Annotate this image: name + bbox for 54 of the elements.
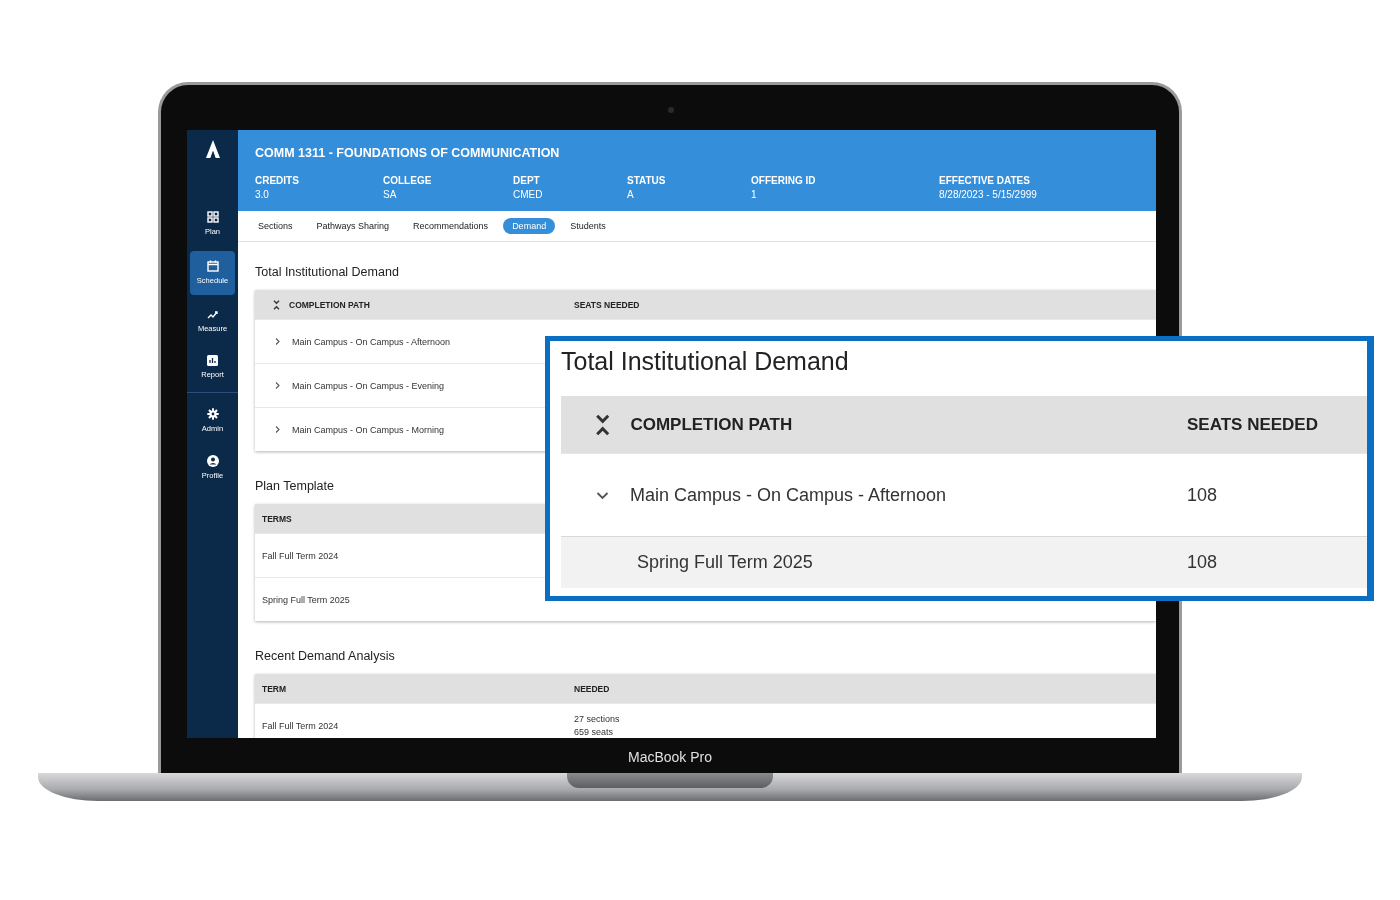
user-icon: [206, 455, 219, 467]
sort-icon[interactable]: [273, 299, 280, 310]
table-cell: 108: [1187, 484, 1218, 505]
column-header: COMPLETION PATH: [289, 299, 370, 310]
bar-chart-icon: [207, 355, 218, 366]
field-value: 8/28/2023 - 5/15/2999: [939, 189, 1037, 200]
trend-icon: [206, 310, 219, 320]
grid-icon: [206, 211, 219, 223]
field-value: CMED: [513, 189, 543, 200]
logo-icon: [205, 140, 220, 158]
field-value: A: [627, 189, 634, 200]
sort-icon[interactable]: [595, 413, 611, 436]
column-header: TERMS: [262, 513, 292, 524]
column-header: NEEDED: [574, 683, 611, 694]
column-header: SEATS NEEDED: [1187, 414, 1318, 434]
chevron-right-icon[interactable]: [273, 337, 282, 346]
table-cell: Fall Full Term 2024: [262, 720, 339, 731]
field-label: CREDITS: [255, 175, 299, 186]
camera-dot: [668, 107, 674, 113]
chevron-right-icon[interactable]: [273, 381, 282, 390]
laptop-label: MacBook Pro: [627, 749, 712, 765]
field-label: COLLEGE: [383, 175, 432, 186]
table-cell: Main Campus - On Campus - Morning: [292, 424, 445, 435]
field-value: 3.0: [255, 189, 269, 200]
table-cell: Main Campus - On Campus - Afternoon: [630, 484, 947, 506]
table-cell-text: 659 seats: [574, 727, 615, 737]
table-cell: Spring Full Term 2025: [637, 552, 813, 573]
table-cell-text: 27 sections: [574, 714, 621, 724]
field-label: OFFERING ID: [751, 175, 816, 186]
section-title: Total Institutional Demand: [255, 265, 399, 279]
table-cell: 108: [1187, 552, 1218, 572]
chevron-right-icon[interactable]: [273, 425, 282, 434]
field-label: STATUS: [627, 175, 666, 186]
tab[interactable]: Sections: [249, 218, 302, 234]
table-cell: Fall Full Term 2024: [262, 550, 339, 561]
tab[interactable]: Pathways Sharing: [307, 218, 399, 234]
callout-title: Total Institutional Demand: [561, 347, 849, 376]
table-cell: Spring Full Term 2025: [262, 594, 350, 605]
table-cell: Main Campus - On Campus - Afternoon: [292, 336, 451, 347]
settings-icon: [206, 408, 219, 420]
column-header: COMPLETION PATH: [630, 414, 793, 435]
course-title: COMM 1311 - FOUNDATIONS OF COMMUNICATION: [255, 146, 560, 160]
section-title: Plan Template: [255, 479, 334, 493]
section-title: Recent Demand Analysis: [255, 649, 395, 663]
field-label: EFFECTIVE DATES: [939, 175, 1030, 186]
table-cell: Main Campus - On Campus - Evening: [292, 380, 445, 391]
tab[interactable]: Recommendations: [404, 218, 498, 234]
field-value: 1: [751, 189, 757, 200]
column-header: SEATS NEEDED: [574, 299, 641, 310]
column-header: TERM: [262, 683, 287, 694]
calendar-icon: [206, 260, 219, 272]
field-value: SA: [383, 189, 397, 200]
tab[interactable]: Students: [561, 218, 615, 234]
field-label: DEPT: [513, 175, 540, 186]
